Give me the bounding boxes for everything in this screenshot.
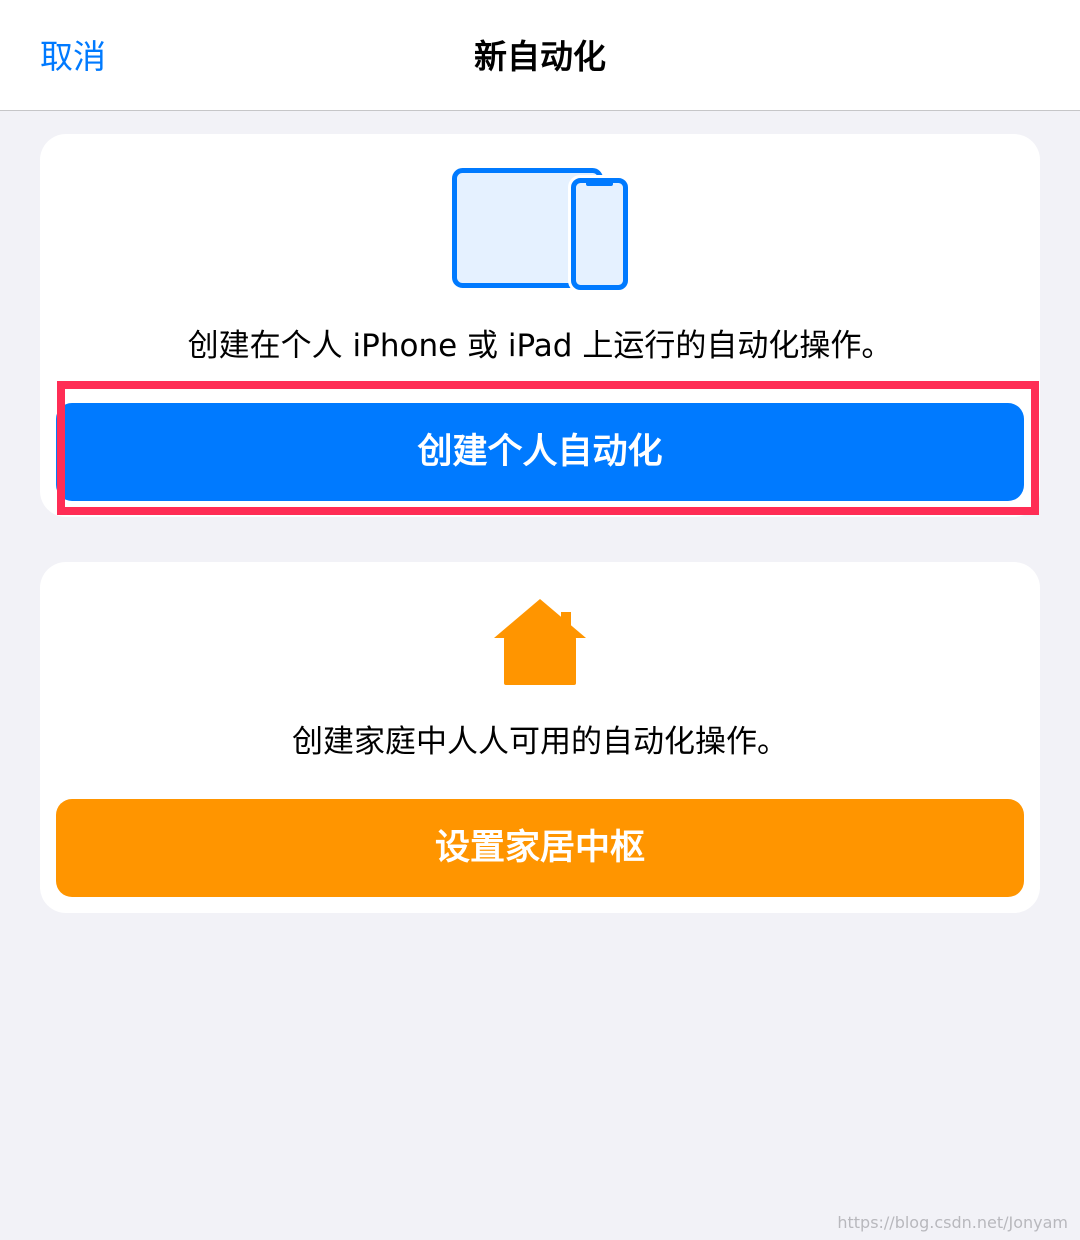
ipad-iphone-icon xyxy=(452,168,631,292)
personal-automation-description: 创建在个人 iPhone 或 iPad 上运行的自动化操作。 xyxy=(187,328,893,364)
setup-home-hub-button[interactable]: 设置家居中枢 xyxy=(56,799,1024,897)
page-title: 新自动化 xyxy=(474,37,606,76)
home-automation-description: 创建家庭中人人可用的自动化操作。 xyxy=(292,724,788,760)
watermark-text: https://blog.csdn.net/Jonyam xyxy=(837,1213,1068,1232)
home-icon xyxy=(494,599,586,685)
navigation-bar: 取消 新自动化 xyxy=(0,0,1080,111)
create-personal-automation-button[interactable]: 创建个人自动化 xyxy=(56,403,1024,501)
personal-automation-card: 创建在个人 iPhone 或 iPad 上运行的自动化操作。 创建个人自动化 xyxy=(40,134,1040,517)
home-automation-card: 创建家庭中人人可用的自动化操作。 设置家居中枢 xyxy=(40,562,1040,913)
